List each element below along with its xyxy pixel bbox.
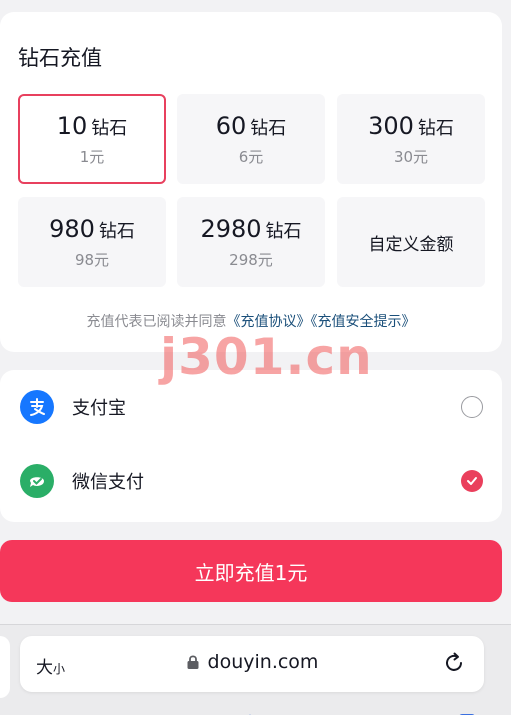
option-amount: 300 [368, 111, 414, 140]
option-price: 98元 [74, 250, 110, 269]
payment-option-alipay[interactable]: 支付宝 [0, 377, 502, 437]
radio-checked[interactable] [461, 470, 483, 492]
alipay-icon [20, 390, 54, 424]
option-unit: 钻石 [98, 220, 135, 242]
custom-amount-option[interactable]: 自定义金额 [337, 197, 485, 287]
watermark: j301.cn [160, 328, 373, 386]
check-icon [467, 477, 477, 485]
reload-icon[interactable] [442, 651, 466, 675]
option-price: 298元 [229, 250, 273, 269]
browser-bottom-icons [0, 706, 511, 715]
wechat-pay-icon [20, 464, 54, 498]
payment-label: 支付宝 [72, 398, 126, 419]
submit-recharge-button[interactable]: 立即充值1元 [0, 540, 502, 602]
option-60-diamonds[interactable]: 60 钻石 6元 [177, 94, 325, 184]
option-2980-diamonds[interactable]: 2980 钻石 298元 [177, 197, 325, 287]
option-unit: 钻石 [265, 220, 302, 242]
option-amount: 980 [49, 214, 95, 243]
url-display: douyin.com [20, 651, 484, 673]
option-amount: 10 [56, 111, 88, 140]
payment-option-wechat[interactable]: 微信支付 [0, 451, 502, 511]
option-amount: 2980 [200, 214, 262, 243]
option-10-diamonds[interactable]: 10 钻石 1元 [18, 94, 166, 184]
custom-amount-label: 自定义金额 [368, 234, 454, 255]
page-title: 钻石充值 [18, 46, 102, 70]
option-300-diamonds[interactable]: 300 钻石 30元 [337, 94, 485, 184]
address-bar[interactable]: 大小 douyin.com [20, 636, 484, 692]
option-980-diamonds[interactable]: 980 钻石 98元 [18, 197, 166, 287]
option-unit: 钻石 [250, 117, 287, 139]
previous-tab-edge[interactable] [0, 636, 10, 698]
url-text: douyin.com [207, 651, 319, 673]
option-amount: 60 [215, 111, 247, 140]
lock-icon [187, 655, 199, 669]
option-price: 1元 [79, 147, 105, 166]
option-price: 30元 [393, 147, 429, 166]
option-unit: 钻石 [91, 117, 128, 139]
option-price: 6元 [238, 147, 264, 166]
option-unit: 钻石 [417, 117, 454, 139]
radio-unchecked[interactable] [461, 396, 483, 418]
payment-label: 微信支付 [72, 472, 144, 493]
